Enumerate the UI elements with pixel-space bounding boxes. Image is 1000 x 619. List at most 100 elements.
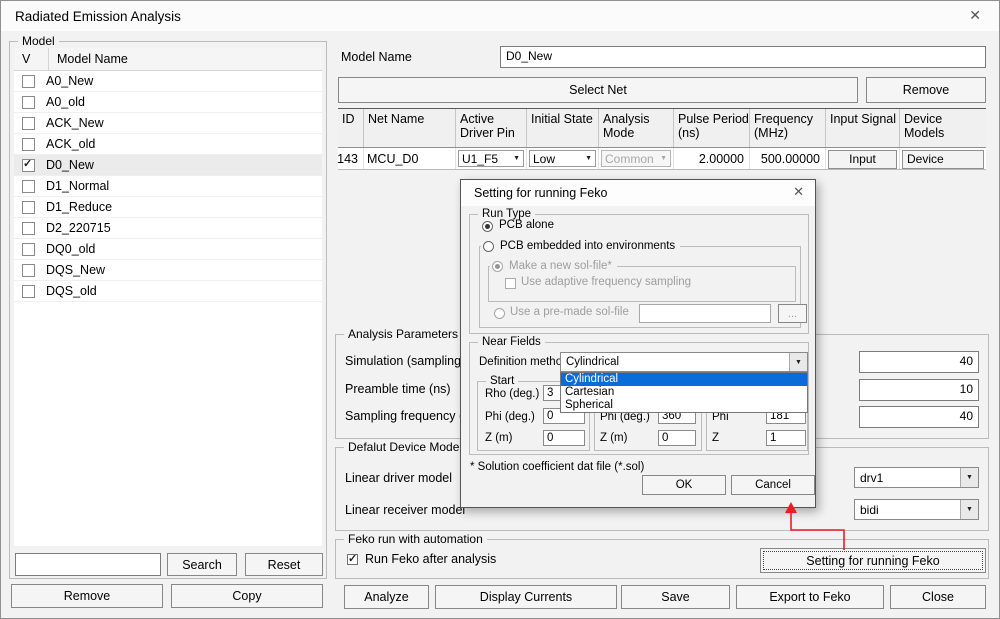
mid-z-input[interactable]: 0	[658, 430, 696, 446]
rho-label: Rho (deg.)	[485, 388, 539, 400]
display-currents-button[interactable]: Display Currents	[435, 585, 617, 609]
col-header-initial-state[interactable]: Initial State	[527, 109, 599, 147]
model-row[interactable]: ACK_New	[14, 113, 322, 134]
input-signal-button[interactable]: Input signal	[828, 150, 897, 169]
model-row[interactable]: D2_220715	[14, 218, 322, 239]
chevron-down-icon: ▼	[585, 155, 592, 162]
linear-receiver-model-label: Linear receiver model	[345, 503, 465, 517]
col-header-frequency[interactable]: Frequency(MHz)	[750, 109, 826, 147]
net-table-row[interactable]: 143 MCU_D0 U1_F5▼ Low▼ Common▼ 2.00000 5…	[338, 148, 986, 170]
definition-method-select[interactable]: Cylindrical ▼	[560, 352, 808, 372]
col-header-active-driver-pin[interactable]: ActiveDriver Pin	[456, 109, 527, 147]
model-checkbox[interactable]	[22, 264, 35, 277]
model-row[interactable]: D1_Normal	[14, 176, 322, 197]
setting-for-running-feko-dialog: Setting for running Feko ✕ Run Type PCB …	[460, 179, 816, 508]
model-row[interactable]: D0_New	[14, 155, 322, 176]
model-group-label: Model	[18, 34, 59, 48]
cell-pulse-period[interactable]: 2.00000	[674, 148, 750, 169]
reset-button[interactable]: Reset	[245, 553, 323, 576]
cell-frequency[interactable]: 500.00000	[750, 148, 826, 169]
ok-button[interactable]: OK	[642, 475, 726, 495]
default-device-models-label: Defalut Device Models	[344, 440, 472, 454]
adaptive-sampling-label: Use adaptive frequency sampling	[521, 276, 691, 288]
save-button[interactable]: Save	[621, 585, 730, 609]
model-row[interactable]: DQS_old	[14, 281, 322, 302]
copy-model-button[interactable]: Copy	[171, 584, 323, 608]
dropdown-option[interactable]: Cylindrical	[561, 373, 807, 386]
chevron-down-icon[interactable]: ▼	[960, 468, 978, 487]
col-header-input-signal[interactable]: Input Signal	[826, 109, 900, 147]
pcb-alone-radio[interactable]	[482, 221, 493, 232]
analyze-button[interactable]: Analyze	[344, 585, 429, 609]
model-checkbox[interactable]	[22, 222, 35, 235]
run-feko-checkbox[interactable]	[347, 554, 358, 565]
near-fields-label: Near Fields	[478, 335, 545, 349]
model-checkbox[interactable]	[22, 159, 35, 172]
col-header-net-name[interactable]: Net Name	[364, 109, 456, 147]
chevron-down-icon: ▼	[660, 155, 667, 162]
search-button[interactable]: Search	[167, 553, 237, 576]
cell-input-signal: Input signal	[826, 148, 900, 169]
model-row[interactable]: DQS_New	[14, 260, 322, 281]
model-row[interactable]: D1_Reduce	[14, 197, 322, 218]
model-list: V Model Name A0_NewA0_oldACK_NewACK_oldD…	[14, 48, 322, 546]
model-checkbox[interactable]	[22, 75, 35, 88]
remove-model-button[interactable]: Remove	[11, 584, 163, 608]
select-net-button[interactable]: Select Net	[338, 77, 858, 103]
right-z-input[interactable]: 1	[766, 430, 806, 446]
col-header-device-models[interactable]: DeviceModels	[900, 109, 986, 147]
model-row[interactable]: A0_old	[14, 92, 322, 113]
model-checkbox[interactable]	[22, 96, 35, 109]
sampling-frequency-input[interactable]: 40	[859, 406, 979, 428]
dialog-close-icon[interactable]: ✕	[793, 184, 804, 200]
premade-sol-radio	[494, 308, 505, 319]
model-checkbox[interactable]	[22, 243, 35, 256]
cell-analysis-mode: Common▼	[599, 148, 674, 169]
start-z-input[interactable]: 0	[543, 430, 585, 446]
model-name-label: DQS_old	[46, 284, 97, 298]
check-column-header[interactable]: V	[14, 48, 49, 70]
col-header-pulse-period[interactable]: Pulse Period(ns)	[674, 109, 750, 147]
model-checkbox[interactable]	[22, 117, 35, 130]
col-header-id[interactable]: ID	[338, 109, 364, 147]
pcb-embedded-radio[interactable]	[483, 241, 494, 252]
preamble-time-input[interactable]: 10	[859, 379, 979, 401]
model-checkbox[interactable]	[22, 201, 35, 214]
chevron-down-icon[interactable]: ▼	[789, 353, 807, 371]
export-to-feko-button[interactable]: Export to Feko	[736, 585, 884, 609]
linear-driver-model-select[interactable]: drv1 ▼	[854, 467, 979, 488]
preamble-time-label: Preamble time (ns)	[345, 382, 451, 396]
model-name-input[interactable]: D0_New	[500, 46, 986, 68]
model-row[interactable]: A0_New	[14, 71, 322, 92]
dialog-title-bar: Setting for running Feko ✕	[461, 180, 815, 206]
run-feko-label: Run Feko after analysis	[365, 552, 496, 566]
linear-receiver-model-select[interactable]: bidi ▼	[854, 499, 979, 520]
model-checkbox[interactable]	[22, 285, 35, 298]
window-close-icon[interactable]: ✕	[969, 7, 981, 24]
active-driver-pin-select[interactable]: U1_F5▼	[458, 150, 524, 167]
adaptive-sampling-checkbox	[505, 278, 516, 289]
close-button[interactable]: Close	[890, 585, 986, 609]
remove-net-button[interactable]: Remove	[866, 77, 986, 103]
simulation-time-input[interactable]: 40	[859, 351, 979, 373]
model-name-label: DQ0_old	[46, 242, 95, 256]
search-input[interactable]	[15, 553, 161, 576]
dropdown-option[interactable]: Spherical	[561, 399, 807, 412]
device-models-button[interactable]: Device	[902, 150, 984, 169]
model-checkbox[interactable]	[22, 180, 35, 193]
cell-net-name: MCU_D0	[364, 148, 456, 169]
model-row[interactable]: DQ0_old	[14, 239, 322, 260]
radiated-emission-analysis-window: Radiated Emission Analysis ✕ Model V Mod…	[0, 0, 1000, 619]
model-checkbox[interactable]	[22, 138, 35, 151]
cancel-button[interactable]: Cancel	[731, 475, 815, 495]
dropdown-option[interactable]: Cartesian	[561, 386, 807, 399]
chevron-down-icon[interactable]: ▼	[960, 500, 978, 519]
model-name-label: D2_220715	[46, 221, 111, 235]
initial-state-select[interactable]: Low▼	[529, 150, 596, 167]
name-column-header[interactable]: Model Name	[49, 52, 128, 66]
setting-for-running-feko-button[interactable]: Setting for running Feko	[760, 548, 986, 573]
col-header-analysis-mode[interactable]: AnalysisMode	[599, 109, 674, 147]
model-row[interactable]: ACK_old	[14, 134, 322, 155]
definition-method-options: CylindricalCartesianSpherical	[560, 372, 808, 413]
mid-z-label: Z (m)	[600, 432, 627, 444]
